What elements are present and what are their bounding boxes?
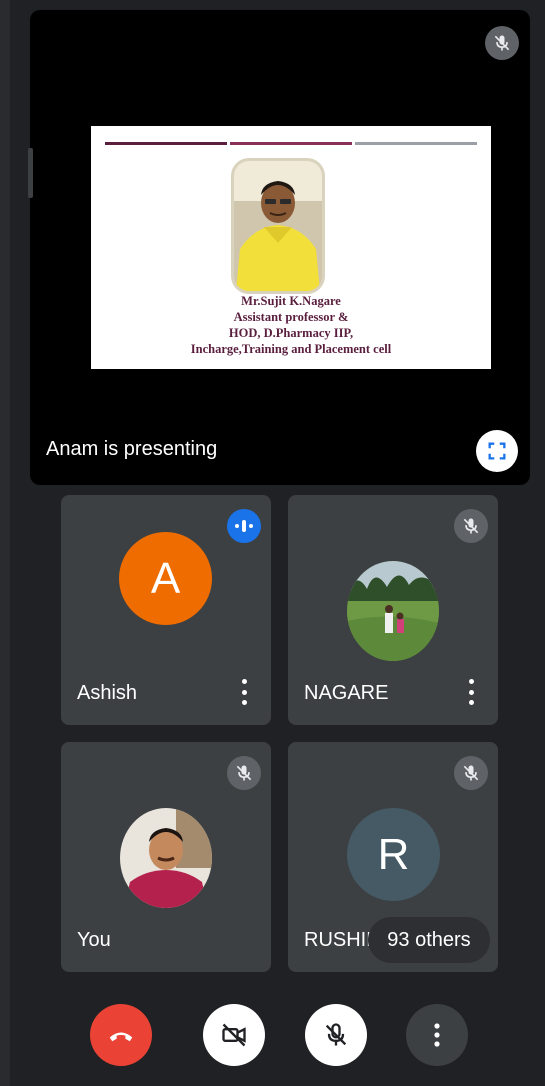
participant-name: You [77,929,111,951]
camera-toggle-button[interactable] [203,1004,265,1066]
more-vert-icon [434,1023,440,1047]
mic-off-icon [463,765,479,781]
shared-slide: Mr.Sujit K.Nagare Assistant professor & … [91,126,491,369]
video-off-icon [222,1023,246,1047]
slide-role-text: Incharge,Training and Placement cell [190,342,392,356]
avatar: A [119,532,212,625]
phone-hangup-icon [109,1032,133,1042]
more-options-button[interactable] [466,679,476,705]
muted-indicator [227,756,261,790]
avatar [347,561,439,661]
side-handle[interactable] [28,148,33,198]
presentation-stage[interactable]: Mr.Sujit K.Nagare Assistant professor & … [30,10,530,485]
fullscreen-icon [488,442,506,460]
avatar-initial: R [377,829,410,879]
slide-rule [230,142,352,145]
more-options-button[interactable] [406,1004,468,1066]
slide-title-text: Assistant professor & [233,310,349,324]
participant-name: NAGARE [304,682,389,704]
mic-off-icon [236,765,252,781]
slide-rule [355,142,477,145]
slide-department-text: HOD, D.Pharmacy IIP, [228,326,354,340]
muted-indicator [454,756,488,790]
participant-tile-ashish[interactable]: A Ashish [61,495,271,725]
mic-off-icon [494,35,510,51]
presenter-photo [231,158,325,294]
avatar: R [347,808,440,901]
fullscreen-button[interactable] [476,430,518,472]
avatar [120,808,212,908]
presenter-label: Anam is presenting [46,438,218,460]
mic-toggle-button[interactable] [305,1004,367,1066]
participant-tile-nagare[interactable]: NAGARE [288,495,498,725]
mic-off-icon [325,1023,347,1046]
slide-name-text: Mr.Sujit K.Nagare [241,294,341,308]
participant-tile-you[interactable]: You [61,742,271,972]
presenter-muted-indicator [485,26,519,60]
muted-indicator [454,509,488,543]
participant-name: Ashish [77,682,138,704]
mic-off-icon [463,518,479,534]
screen-edge [0,0,10,1086]
speaking-indicator [227,509,261,543]
avatar-initial: A [150,553,181,603]
others-badge[interactable]: 93 others [368,917,490,963]
more-options-button[interactable] [239,679,249,705]
end-call-button[interactable] [90,1004,152,1066]
slide-rule [105,142,227,145]
